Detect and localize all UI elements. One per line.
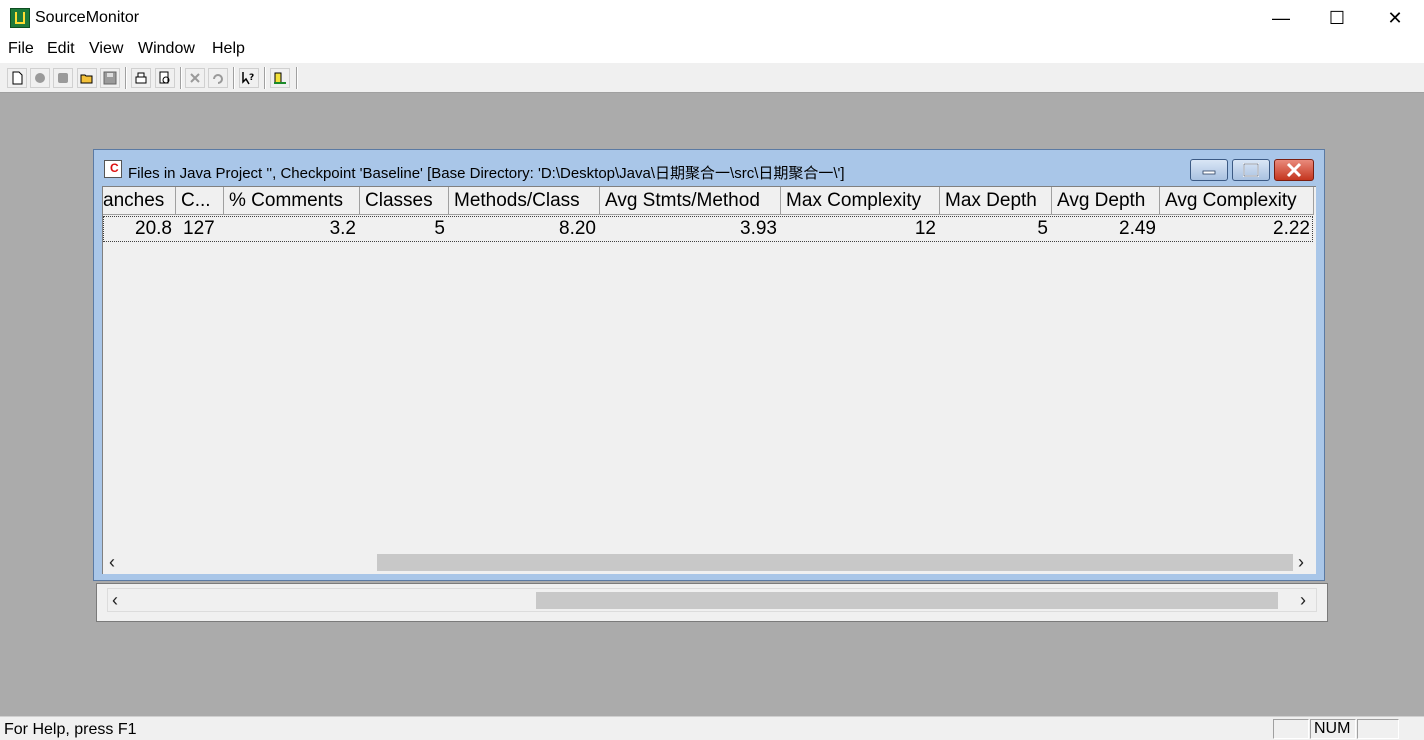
cell-percent-comments: 3.2 bbox=[329, 218, 356, 239]
menu-bar: File Edit View Window Help bbox=[0, 36, 1424, 63]
app-title: SourceMonitor bbox=[35, 9, 140, 26]
cell-max-complexity: 12 bbox=[914, 218, 936, 239]
background-project-window: ‹ › bbox=[96, 583, 1328, 622]
toolbar-separator bbox=[233, 67, 235, 89]
scroll-right-arrow-icon[interactable]: › bbox=[1300, 589, 1306, 611]
cell-classes: 5 bbox=[434, 218, 445, 239]
close-button[interactable]: ✕ bbox=[1366, 0, 1424, 36]
menu-help[interactable]: Help bbox=[212, 40, 245, 58]
cell-methods-per-class: 8.20 bbox=[559, 218, 596, 239]
cell-avg-depth: 2.49 bbox=[1119, 218, 1156, 239]
status-help-text: For Help, press F1 bbox=[4, 721, 137, 738]
cell-branches: 20.8 bbox=[135, 218, 172, 239]
cell-calls: 127 bbox=[183, 218, 215, 239]
print-preview-icon[interactable] bbox=[155, 68, 175, 88]
chart-icon[interactable] bbox=[270, 68, 290, 88]
column-header-percent-comments[interactable]: % Comments bbox=[224, 187, 360, 215]
table-header: anches C... % Comments Classes Methods/C… bbox=[103, 187, 1316, 215]
toolbar-separator bbox=[296, 67, 298, 89]
cell-max-depth: 5 bbox=[1037, 218, 1048, 239]
column-header-avg-depth[interactable]: Avg Depth bbox=[1052, 187, 1160, 215]
minimize-button[interactable]: — bbox=[1252, 0, 1310, 36]
child-restore-button[interactable] bbox=[1232, 159, 1270, 181]
sourcemonitor-app-icon bbox=[10, 8, 30, 28]
save-icon[interactable] bbox=[100, 68, 120, 88]
open-folder-icon[interactable] bbox=[77, 68, 97, 88]
title-bar: SourceMonitor — ☐ ✕ bbox=[0, 0, 1424, 36]
delete-icon[interactable] bbox=[185, 68, 205, 88]
table-row[interactable]: 20.8 127 3.2 5 8.20 3.93 12 5 2.49 2.22 bbox=[103, 216, 1313, 242]
menu-window[interactable]: Window bbox=[138, 40, 195, 58]
background-horizontal-scrollbar[interactable]: ‹ › bbox=[107, 588, 1317, 612]
scrollbar-thumb[interactable] bbox=[377, 554, 1293, 571]
toolbar-separator bbox=[125, 67, 127, 89]
new-file-icon[interactable] bbox=[7, 68, 27, 88]
scroll-left-arrow-icon[interactable]: ‹ bbox=[112, 589, 118, 611]
svg-text:?: ? bbox=[249, 73, 254, 83]
column-header-max-complexity[interactable]: Max Complexity bbox=[781, 187, 940, 215]
undo-icon[interactable] bbox=[208, 68, 228, 88]
file-metrics-table: anches C... % Comments Classes Methods/C… bbox=[102, 186, 1316, 574]
menu-view[interactable]: View bbox=[89, 40, 123, 58]
cell-avg-complexity: 2.22 bbox=[1273, 218, 1310, 239]
column-header-methods-per-class[interactable]: Methods/Class bbox=[449, 187, 600, 215]
files-window-title: Files in Java Project '', Checkpoint 'Ba… bbox=[128, 165, 845, 182]
status-pane-caps bbox=[1273, 719, 1309, 739]
print-icon[interactable] bbox=[131, 68, 151, 88]
cell-avg-stmts-per-method: 3.93 bbox=[740, 218, 777, 239]
table-horizontal-scrollbar[interactable]: ‹ › bbox=[103, 551, 1315, 573]
child-minimize-button[interactable] bbox=[1190, 159, 1228, 181]
status-pane-scroll bbox=[1357, 719, 1399, 739]
column-header-avg-stmts-per-method[interactable]: Avg Stmts/Method bbox=[600, 187, 781, 215]
status-pane-num: NUM bbox=[1310, 719, 1356, 739]
toolbar: ? bbox=[0, 62, 1424, 93]
column-header-avg-complexity[interactable]: Avg Complexity bbox=[1160, 187, 1314, 215]
java-file-icon bbox=[104, 160, 122, 178]
toolbar-separator bbox=[180, 67, 182, 89]
scroll-left-arrow-icon[interactable]: ‹ bbox=[109, 551, 115, 573]
toolbar-separator bbox=[264, 67, 266, 89]
column-header-max-depth[interactable]: Max Depth bbox=[940, 187, 1052, 215]
context-help-icon[interactable]: ? bbox=[239, 68, 259, 88]
menu-file[interactable]: File bbox=[8, 40, 34, 58]
child-close-button[interactable] bbox=[1274, 159, 1314, 181]
menu-edit[interactable]: Edit bbox=[47, 40, 75, 58]
column-header-branches[interactable]: anches bbox=[103, 187, 176, 215]
run-checkpoint-icon[interactable] bbox=[30, 68, 50, 88]
column-header-classes[interactable]: Classes bbox=[360, 187, 449, 215]
scrollbar-thumb[interactable] bbox=[536, 592, 1278, 609]
maximize-button[interactable]: ☐ bbox=[1308, 0, 1366, 36]
column-header-calls[interactable]: C... bbox=[176, 187, 224, 215]
status-bar: For Help, press F1 NUM bbox=[0, 716, 1424, 740]
scroll-right-arrow-icon[interactable]: › bbox=[1298, 551, 1304, 573]
stop-icon[interactable] bbox=[53, 68, 73, 88]
